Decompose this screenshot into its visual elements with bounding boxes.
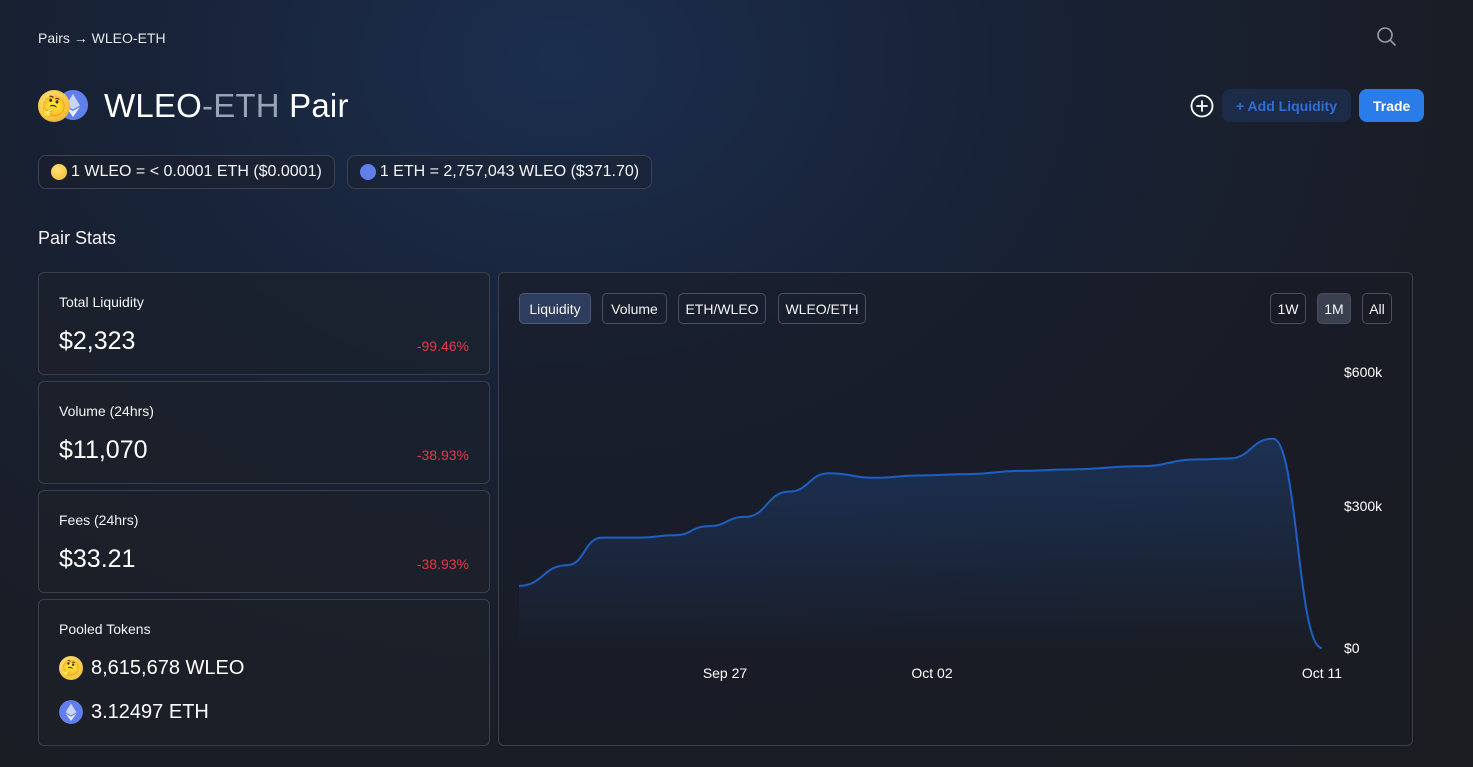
x-tick-label: Sep 27: [703, 665, 748, 681]
stat-change: -99.46%: [416, 338, 469, 354]
stat-label: Total Liquidity: [59, 294, 144, 310]
pooled-wleo-amount: 8,615,678 WLEO: [91, 656, 245, 679]
thinking-face-icon: 🤔: [59, 656, 83, 680]
stat-value: $33.21: [59, 545, 136, 573]
pooled-wleo-row: 🤔 8,615,678 WLEO: [59, 656, 244, 680]
section-title: Pair Stats: [38, 228, 117, 248]
pooled-eth-amount: 3.12497 ETH: [91, 700, 209, 723]
chart-card: Liquidity Volume ETH/WLEO WLEO/ETH 1W 1M…: [498, 272, 1413, 746]
stat-value: $2,323: [59, 327, 136, 355]
price-row: 1 WLEO = < 0.0001 ETH ($0.0001) 1 ETH = …: [38, 155, 653, 189]
add-liquidity-button[interactable]: + Add Liquidity: [1222, 89, 1351, 122]
plus-circle-icon[interactable]: [1189, 93, 1215, 119]
breadcrumb[interactable]: Pairs → WLEO-ETH: [38, 30, 166, 46]
search-icon[interactable]: [1375, 25, 1397, 47]
wleo-price-text: 1 WLEO = < 0.0001 ETH ($0.0001): [71, 163, 322, 180]
x-tick-label: Oct 02: [911, 665, 952, 681]
stat-change: -38.93%: [416, 447, 469, 463]
pair-header: 🤔 WLEO-ETH Pair: [38, 86, 349, 126]
stat-label: Volume (24hrs): [59, 403, 154, 419]
liquidity-chart: $600k $300k $0 Sep 27 Oct 02 Oct 11: [518, 364, 1383, 681]
y-tick-label: $600k: [1344, 364, 1383, 380]
ethereum-icon: [359, 164, 376, 180]
stat-label: Pooled Tokens: [59, 621, 151, 637]
y-tick-label: $300k: [1344, 498, 1383, 514]
y-tick-label: $0: [1344, 640, 1360, 656]
chart-area-fill: [519, 438, 1322, 648]
stat-change: -38.93%: [416, 556, 469, 572]
pair-actions: + Add Liquidity Trade: [1189, 89, 1425, 122]
trade-button[interactable]: Trade: [1358, 89, 1425, 122]
stat-card-volume: Volume (24hrs) $11,070 -38.93%: [38, 381, 490, 484]
ethereum-icon: [59, 700, 83, 724]
pair-dash: -: [201, 87, 214, 124]
eth-price-text: 1 ETH = 2,757,043 WLEO ($371.70): [379, 163, 640, 180]
stat-card-fees: Fees (24hrs) $33.21 -38.93%: [38, 490, 490, 593]
thinking-face-icon: [51, 164, 67, 180]
pair-token-icons: 🤔: [38, 88, 90, 124]
stat-label: Fees (24hrs): [59, 512, 139, 528]
wleo-price-pill[interactable]: 1 WLEO = < 0.0001 ETH ($0.0001): [38, 155, 335, 189]
pair-quote: ETH: [213, 87, 280, 124]
x-tick-label: Oct 11: [1302, 665, 1342, 681]
pooled-eth-row: 3.12497 ETH: [59, 700, 209, 724]
stat-value: $11,070: [59, 436, 148, 464]
pair-base: WLEO: [104, 87, 202, 124]
stat-card-pooled-tokens: Pooled Tokens 🤔 8,615,678 WLEO 3.12497 E…: [38, 599, 490, 746]
eth-price-pill[interactable]: 1 ETH = 2,757,043 WLEO ($371.70): [346, 155, 653, 189]
thinking-face-icon: 🤔: [38, 90, 70, 122]
stat-card-total-liquidity: Total Liquidity $2,323 -99.46%: [38, 272, 490, 375]
page-title: WLEO-ETH Pair: [104, 87, 349, 125]
pair-suffix: Pair: [279, 87, 349, 124]
